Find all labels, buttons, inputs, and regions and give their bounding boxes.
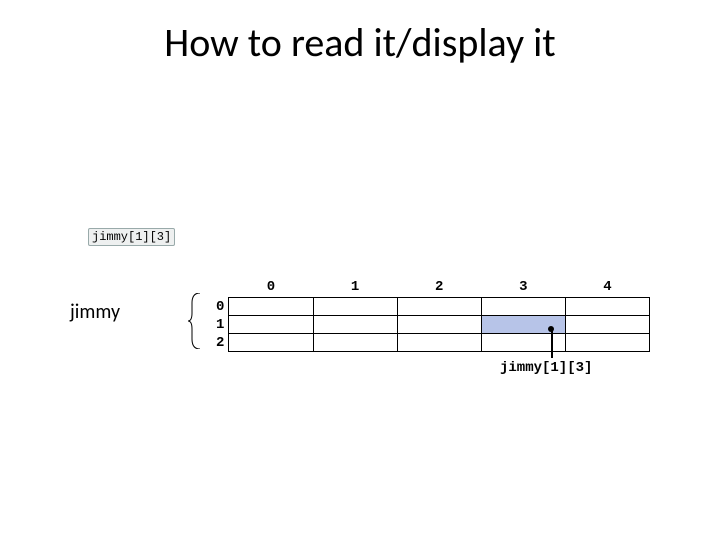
array-cell (397, 298, 481, 316)
array-cell (481, 298, 565, 316)
array-cell (565, 316, 649, 334)
col-header: 1 (313, 277, 397, 298)
array-cell (565, 334, 649, 352)
pointer-arrow-icon (551, 330, 553, 358)
array-grid: 0 1 2 3 4 0 1 (210, 277, 650, 352)
array-name-label: jimmy (70, 300, 120, 324)
col-header: 0 (229, 277, 313, 298)
row-header: 0 (210, 298, 229, 316)
curly-brace-icon (188, 293, 202, 349)
row-header: 2 (210, 334, 229, 352)
array-cell (397, 316, 481, 334)
array-cell (565, 298, 649, 316)
row-header: 1 (210, 316, 229, 334)
array-cell (313, 298, 397, 316)
array-cell (313, 316, 397, 334)
slide-title: How to read it/display it (0, 18, 720, 67)
array-cell (313, 334, 397, 352)
array-cell (229, 316, 313, 334)
col-header: 2 (397, 277, 481, 298)
array-cell (229, 298, 313, 316)
array-cell (229, 334, 313, 352)
array-cell (397, 334, 481, 352)
index-expression-label: jimmy[1][3] (500, 360, 592, 376)
col-header: 3 (481, 277, 565, 298)
col-header: 4 (565, 277, 649, 298)
code-snippet: jimmy[1][3] (88, 228, 175, 246)
